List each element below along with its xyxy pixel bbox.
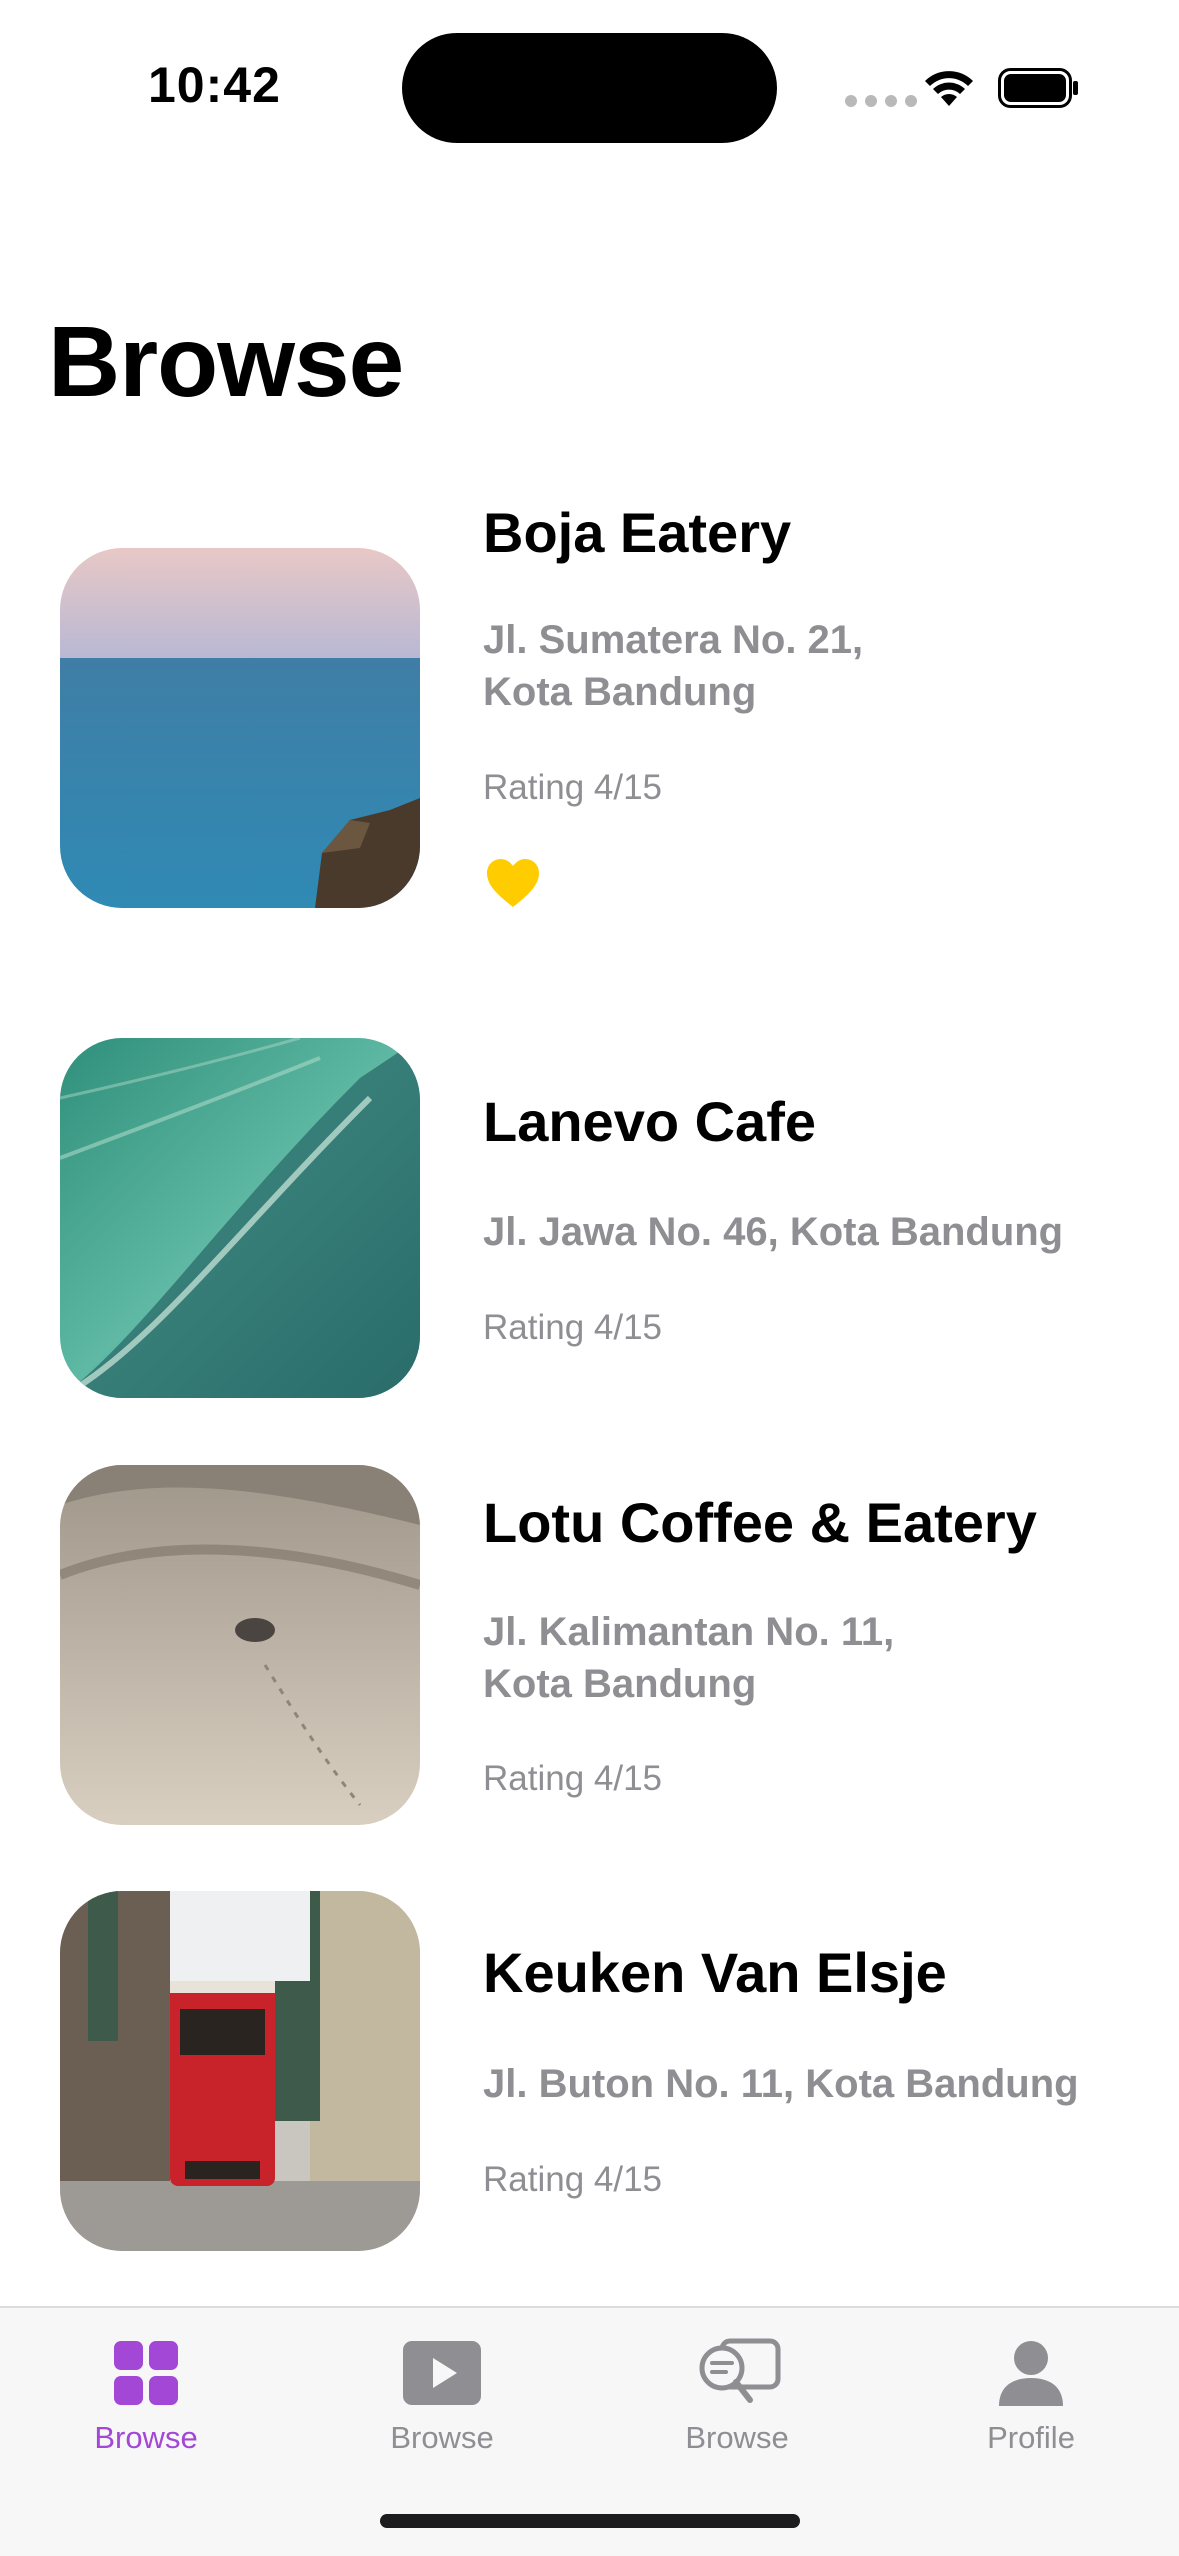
place-rating: Rating 4/15 xyxy=(483,1308,663,1347)
heart-icon[interactable] xyxy=(485,857,541,909)
place-rating: Rating 4/15 xyxy=(483,2160,663,2199)
tab-browse[interactable]: Browse xyxy=(46,2328,246,2478)
place-name: Lotu Coffee & Eatery xyxy=(483,1491,1037,1554)
place-name: Boja Eatery xyxy=(483,501,792,564)
status-time: 10:42 xyxy=(148,57,281,113)
place-name: Keuken Van Elsje xyxy=(483,1941,947,2004)
tab-label: Browse xyxy=(390,2420,494,2455)
cellular-signal-icon xyxy=(845,95,917,107)
place-rating: Rating 4/15 xyxy=(483,1759,663,1798)
play-icon xyxy=(403,2341,481,2405)
person-icon xyxy=(999,2341,1063,2406)
place-thumbnail xyxy=(60,1465,420,1825)
page-title: Browse xyxy=(48,306,404,418)
wifi-icon xyxy=(925,71,973,106)
tab-label: Browse xyxy=(94,2420,198,2455)
grid-icon xyxy=(114,2341,178,2405)
place-thumbnail xyxy=(60,1038,420,1398)
status-bar: 10:42 xyxy=(0,0,1179,150)
place-name: Lanevo Cafe xyxy=(483,1090,816,1153)
place-address: Jl. Buton No. 11, Kota Bandung xyxy=(483,2062,1079,2106)
dynamic-island xyxy=(402,33,777,143)
tab-videos[interactable]: Browse xyxy=(342,2328,542,2478)
place-rating: Rating 4/15 xyxy=(483,768,663,807)
home-indicator[interactable] xyxy=(380,2514,800,2528)
place-address: Jl. Jawa No. 46, Kota Bandung xyxy=(483,1210,1064,1254)
browse-screen: 10:42 Browse Boja Eatery Jl. Sumatera No… xyxy=(0,0,1179,2556)
tab-label: Browse xyxy=(685,2420,789,2455)
battery-icon xyxy=(998,68,1078,108)
place-thumbnail xyxy=(60,1891,420,2251)
tab-messages[interactable]: Browse xyxy=(637,2328,837,2478)
tab-label: Profile xyxy=(987,2420,1075,2455)
chat-search-icon xyxy=(699,2338,781,2403)
place-address: Jl. Sumatera No. 21, Kota Bandung xyxy=(483,618,864,714)
place-address: Jl. Kalimantan No. 11, Kota Bandung xyxy=(483,1610,895,1706)
place-thumbnail xyxy=(60,548,420,908)
tab-profile[interactable]: Profile xyxy=(931,2328,1131,2478)
